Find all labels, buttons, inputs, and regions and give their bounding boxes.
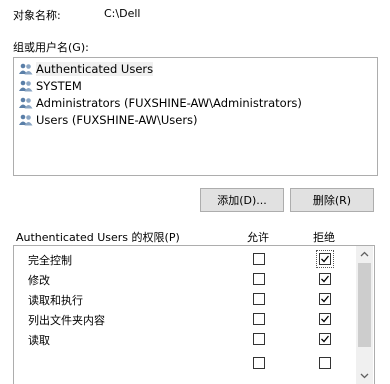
user-name: Administrators (FUXSHINE-AW\Administrato… xyxy=(36,96,302,110)
user-name: Users (FUXSHINE-AW\Users) xyxy=(36,113,198,127)
users-icon xyxy=(19,63,33,75)
check-icon xyxy=(321,275,330,283)
permission-name: 完全控制 xyxy=(28,254,72,267)
check-icon xyxy=(321,295,330,303)
permissions-scrollbar[interactable] xyxy=(356,246,373,384)
permission-name: 修改 xyxy=(28,274,50,287)
object-name-label: 对象名称: xyxy=(13,9,61,22)
user-item-authenticated-users[interactable]: Authenticated Users xyxy=(19,61,154,77)
scroll-down-icon[interactable] xyxy=(356,367,373,384)
user-item-system[interactable]: SYSTEM xyxy=(19,78,82,94)
permission-row-read: 读取 xyxy=(14,329,354,349)
remove-button[interactable]: 删除(R) xyxy=(290,188,374,212)
allow-checkbox[interactable] xyxy=(253,273,265,285)
check-icon xyxy=(321,255,330,263)
check-icon xyxy=(321,315,330,323)
user-name: Authenticated Users xyxy=(36,62,154,76)
permission-name: 列出文件夹内容 xyxy=(28,314,105,327)
permission-row-partial xyxy=(14,349,354,369)
deny-checkbox[interactable] xyxy=(319,273,331,285)
user-item-users[interactable]: Users (FUXSHINE-AW\Users) xyxy=(19,112,198,128)
deny-checkbox[interactable] xyxy=(319,293,331,305)
scroll-thumb[interactable] xyxy=(358,263,371,347)
user-item-administrators[interactable]: Administrators (FUXSHINE-AW\Administrato… xyxy=(19,95,302,111)
users-icon xyxy=(19,114,33,126)
allow-checkbox[interactable] xyxy=(253,253,265,265)
allow-checkbox[interactable] xyxy=(253,293,265,305)
add-button[interactable]: 添加(D)... xyxy=(200,188,284,212)
user-name: SYSTEM xyxy=(36,79,82,93)
users-icon xyxy=(19,97,33,109)
permissions-table: 完全控制 修改 读取和执行 列出文件夹内容 读取 xyxy=(13,245,375,384)
allow-checkbox[interactable] xyxy=(253,357,265,369)
groups-label: 组或用户名(G): xyxy=(13,41,89,54)
deny-checkbox[interactable] xyxy=(319,313,331,325)
permission-name: 读取和执行 xyxy=(28,294,83,307)
allow-checkbox[interactable] xyxy=(253,333,265,345)
permission-row-read-execute: 读取和执行 xyxy=(14,289,354,309)
scroll-up-icon[interactable] xyxy=(356,246,373,263)
permission-row-list-folder: 列出文件夹内容 xyxy=(14,309,354,329)
user-list[interactable]: Authenticated Users SYSTEM Administrator… xyxy=(13,57,378,176)
permission-row-modify: 修改 xyxy=(14,269,354,289)
permissions-title: Authenticated Users 的权限(P) xyxy=(16,231,180,244)
allow-checkbox[interactable] xyxy=(253,313,265,325)
allow-column-header: 允许 xyxy=(247,231,269,244)
users-icon xyxy=(19,80,33,92)
deny-checkbox[interactable] xyxy=(319,357,331,369)
deny-column-header: 拒绝 xyxy=(313,231,335,244)
deny-checkbox[interactable] xyxy=(319,253,331,265)
deny-checkbox[interactable] xyxy=(319,333,331,345)
check-icon xyxy=(321,335,330,343)
object-name-value: C:\Dell xyxy=(104,7,141,20)
permission-row-full-control: 完全控制 xyxy=(14,249,354,269)
permission-name: 读取 xyxy=(28,334,50,347)
